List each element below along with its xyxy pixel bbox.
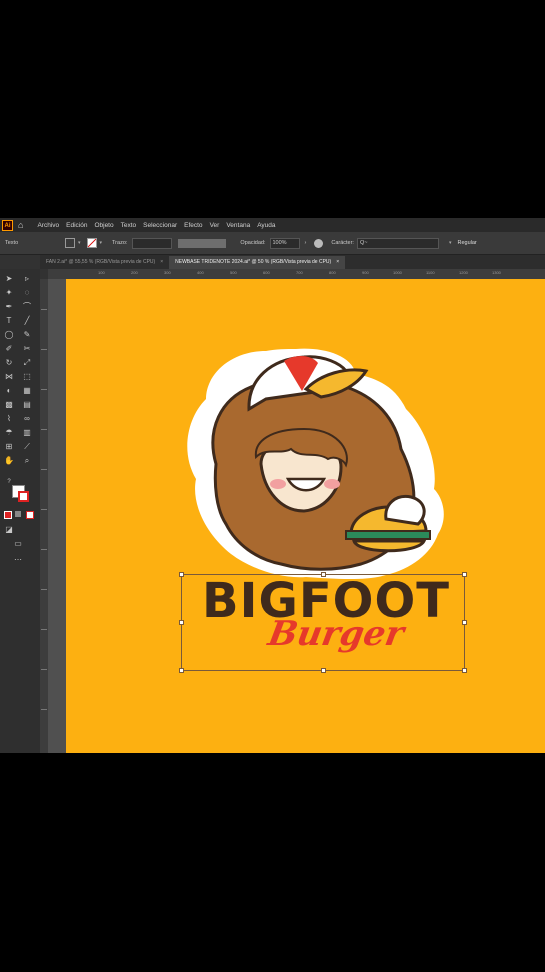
illustrator-window: Ai ⌂ Archivo Edición Objeto Texto Selecc…: [0, 218, 545, 753]
rotate-tool-icon[interactable]: ↻: [4, 358, 14, 368]
app-logo-icon[interactable]: Ai: [2, 219, 13, 231]
stroke-dropdown-icon[interactable]: ▾: [100, 240, 103, 246]
direct-selection-tool-icon[interactable]: ▹: [22, 274, 32, 284]
free-transform-icon[interactable]: ⬚: [22, 372, 32, 382]
ellipse-tool-icon[interactable]: ◯: [4, 330, 14, 340]
menu-archivo[interactable]: Archivo: [37, 222, 59, 229]
fill-dropdown-icon[interactable]: ▾: [78, 240, 81, 246]
ruler-tick: 900: [362, 270, 369, 275]
tab-fan2[interactable]: FAN 2.ai* @ 55,55 % (RGB/Vista previa de…: [40, 256, 169, 269]
ruler-tick: 1000: [393, 270, 402, 275]
shape-builder-icon[interactable]: ◐: [4, 386, 14, 396]
menu-seleccionar[interactable]: Seleccionar: [143, 222, 177, 229]
selection-tool-icon[interactable]: ➤: [4, 274, 14, 284]
shaper-tool-icon[interactable]: ✐: [4, 344, 14, 354]
type-tool-icon[interactable]: T: [4, 316, 14, 326]
artboard-tool-icon[interactable]: ⊞: [4, 442, 14, 452]
fill-swatch[interactable]: [65, 238, 75, 248]
pen-tool-icon[interactable]: ✒: [4, 302, 14, 312]
stroke-swatch[interactable]: [86, 238, 97, 248]
selection-handle[interactable]: [179, 668, 184, 673]
hand-tool-icon[interactable]: ✋: [4, 456, 14, 466]
tab-newbase[interactable]: NEWBASE TRIDENOTE 2024.ai* @ 50 % (RGB/V…: [169, 256, 346, 269]
ruler-tick: 400: [197, 270, 204, 275]
width-tool-icon[interactable]: ⋈: [4, 372, 14, 382]
ruler-tick: 300: [164, 270, 171, 275]
gradient-mode-icon[interactable]: [15, 511, 21, 517]
selection-handle[interactable]: [462, 668, 467, 673]
bigfoot-mascot-illustration[interactable]: [66, 279, 545, 753]
menu-efecto[interactable]: Efecto: [184, 222, 202, 229]
options-bar: Texto ▾ ▾ Trazo: Opacidad: 100% › Caráct…: [0, 232, 545, 255]
paintbrush-icon[interactable]: ✎: [22, 330, 32, 340]
close-icon[interactable]: ×: [160, 259, 163, 265]
font-dropdown-icon[interactable]: ▾: [449, 240, 452, 246]
menu-ayuda[interactable]: Ayuda: [257, 222, 275, 229]
line-tool-icon[interactable]: ╱: [22, 316, 32, 326]
font-family-field[interactable]: Q~: [356, 237, 439, 249]
character-label: Carácter:: [331, 240, 354, 246]
ruler-tick: 500: [230, 270, 237, 275]
opacity-label: Opacidad:: [240, 240, 266, 246]
fill-stroke-swatch[interactable]: [12, 485, 30, 503]
document-tabs: FAN 2.ai* @ 55,55 % (RGB/Vista previa de…: [40, 255, 545, 269]
ruler-tick: 1300: [492, 270, 501, 275]
gradient-tool-icon[interactable]: ▤: [22, 400, 32, 410]
close-icon[interactable]: ×: [336, 259, 339, 265]
ruler-tick: 1100: [426, 270, 435, 275]
selection-handle[interactable]: [321, 668, 326, 673]
lasso-icon[interactable]: ◌: [22, 288, 32, 298]
perspective-grid-icon[interactable]: ▦: [22, 386, 32, 396]
scissors-icon[interactable]: ✂: [22, 344, 32, 354]
graph-tool-icon[interactable]: ▥: [22, 428, 32, 438]
home-icon[interactable]: ⌂: [18, 220, 23, 230]
opacity-field[interactable]: 100%: [269, 237, 300, 249]
color-mode-icon[interactable]: [4, 511, 12, 519]
slice-tool-icon[interactable]: ⟋: [22, 442, 32, 452]
recolor-icon[interactable]: [314, 238, 324, 248]
ruler-tick: 600: [263, 270, 270, 275]
ruler-tick: 200: [131, 270, 138, 275]
screen-mode-icon[interactable]: ▭: [13, 539, 23, 549]
ruler-tick: 700: [296, 270, 303, 275]
artboard[interactable]: BIGFOOT Burger: [66, 279, 545, 753]
tab-label: FAN 2.ai* @ 55,55 % (RGB/Vista previa de…: [46, 259, 156, 265]
scale-tool-icon[interactable]: ⤢: [22, 358, 32, 368]
symbol-sprayer-icon[interactable]: ☂: [4, 428, 14, 438]
menu-bar: Ai ⌂ Archivo Edición Objeto Texto Selecc…: [0, 218, 545, 232]
ruler-tick: 1200: [459, 270, 468, 275]
edit-toolbar-icon[interactable]: ⋯: [13, 555, 23, 565]
opacity-chevron-icon[interactable]: ›: [305, 240, 307, 246]
stroke-weight-field[interactable]: [132, 237, 173, 249]
tools-panel: ➤ ▹ ✦ ◌ ✒ ⌒ T ╱ ◯ ✎ ✐ ✂ ↻ ⤢ ⋈ ⬚ ◐ ▦ ▩ ▤ …: [0, 269, 40, 753]
canvas-area[interactable]: BIGFOOT Burger: [48, 279, 545, 753]
menu-texto[interactable]: Texto: [121, 222, 137, 229]
eyedropper-icon[interactable]: ⌇: [4, 414, 14, 424]
menu-ver[interactable]: Ver: [210, 222, 220, 229]
stroke-label: Trazo:: [112, 240, 128, 246]
menu-edicion[interactable]: Edición: [66, 222, 87, 229]
menu-ventana[interactable]: Ventana: [226, 222, 250, 229]
curvature-tool-icon[interactable]: ⌒: [22, 302, 32, 312]
menu-objeto[interactable]: Objeto: [94, 222, 113, 229]
ruler-tick: 800: [329, 270, 336, 275]
logo-subtitle[interactable]: Burger: [252, 614, 419, 654]
blend-tool-icon[interactable]: ∞: [22, 414, 32, 424]
font-style-field[interactable]: Regular: [457, 240, 476, 246]
ruler-tick: 100: [98, 270, 105, 275]
selection-type-label: Texto: [5, 240, 19, 246]
zoom-tool-icon[interactable]: ⌕: [22, 456, 32, 466]
mesh-tool-icon[interactable]: ▩: [4, 400, 14, 410]
tab-label: NEWBASE TRIDENOTE 2024.ai* @ 50 % (RGB/V…: [175, 259, 332, 265]
variable-width-profile[interactable]: [178, 238, 227, 248]
none-mode-icon[interactable]: [26, 511, 34, 519]
draw-mode-icon[interactable]: ◪: [4, 525, 14, 535]
magic-wand-icon[interactable]: ✦: [4, 288, 14, 298]
